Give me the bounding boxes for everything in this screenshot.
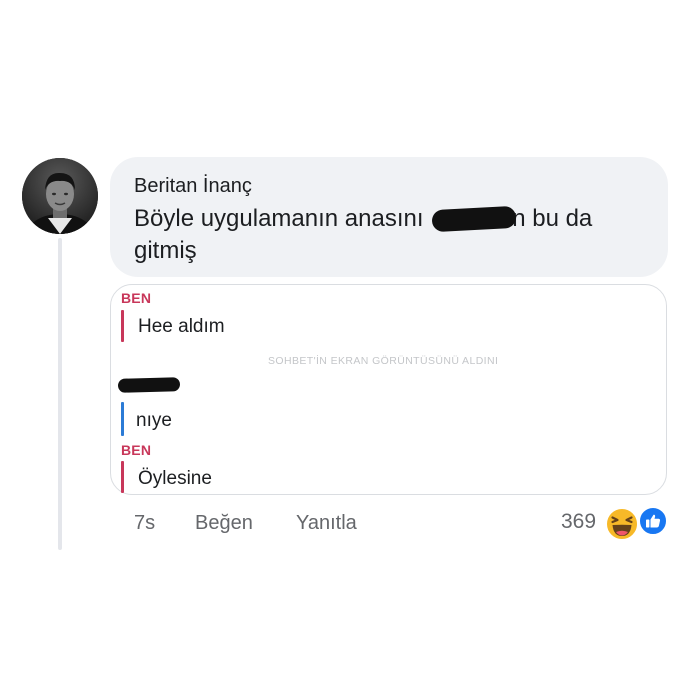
message-text: Hee aldım [138,316,225,337]
message-sender: BEN [121,442,152,458]
redacted-sender [117,377,181,393]
comment-author[interactable]: Beritan İnanç [134,173,644,199]
message-text: Öylesine [138,468,212,489]
message-bar [121,310,124,342]
comment-bubble: Beritan İnanç Böyle uygulamanın anasını … [110,157,668,277]
message-sender: BEN [121,290,152,306]
message-bar [121,461,124,493]
message-text: nıye [136,410,172,431]
message-bar [121,402,124,436]
reaction-count[interactable]: 369 [561,510,596,534]
reply-button[interactable]: Yanıtla [296,512,357,535]
haha-icon [604,506,640,547]
like-icon [638,506,668,541]
comment-text: Böyle uygulamanın anasını n bu da gitmiş [134,203,634,267]
comment-timestamp[interactable]: 7s [134,512,155,535]
avatar[interactable] [22,158,98,234]
like-button[interactable]: Beğen [195,512,253,535]
comment-text-before: Böyle uygulamanın anasını [134,205,424,232]
reply-thread-line [58,238,62,550]
watermark: SOHBET'İN EKRAN GÖRÜNTÜSÜNÜ ALDINI [268,355,499,367]
redaction-mark [431,205,517,233]
profile-photo [22,158,98,234]
